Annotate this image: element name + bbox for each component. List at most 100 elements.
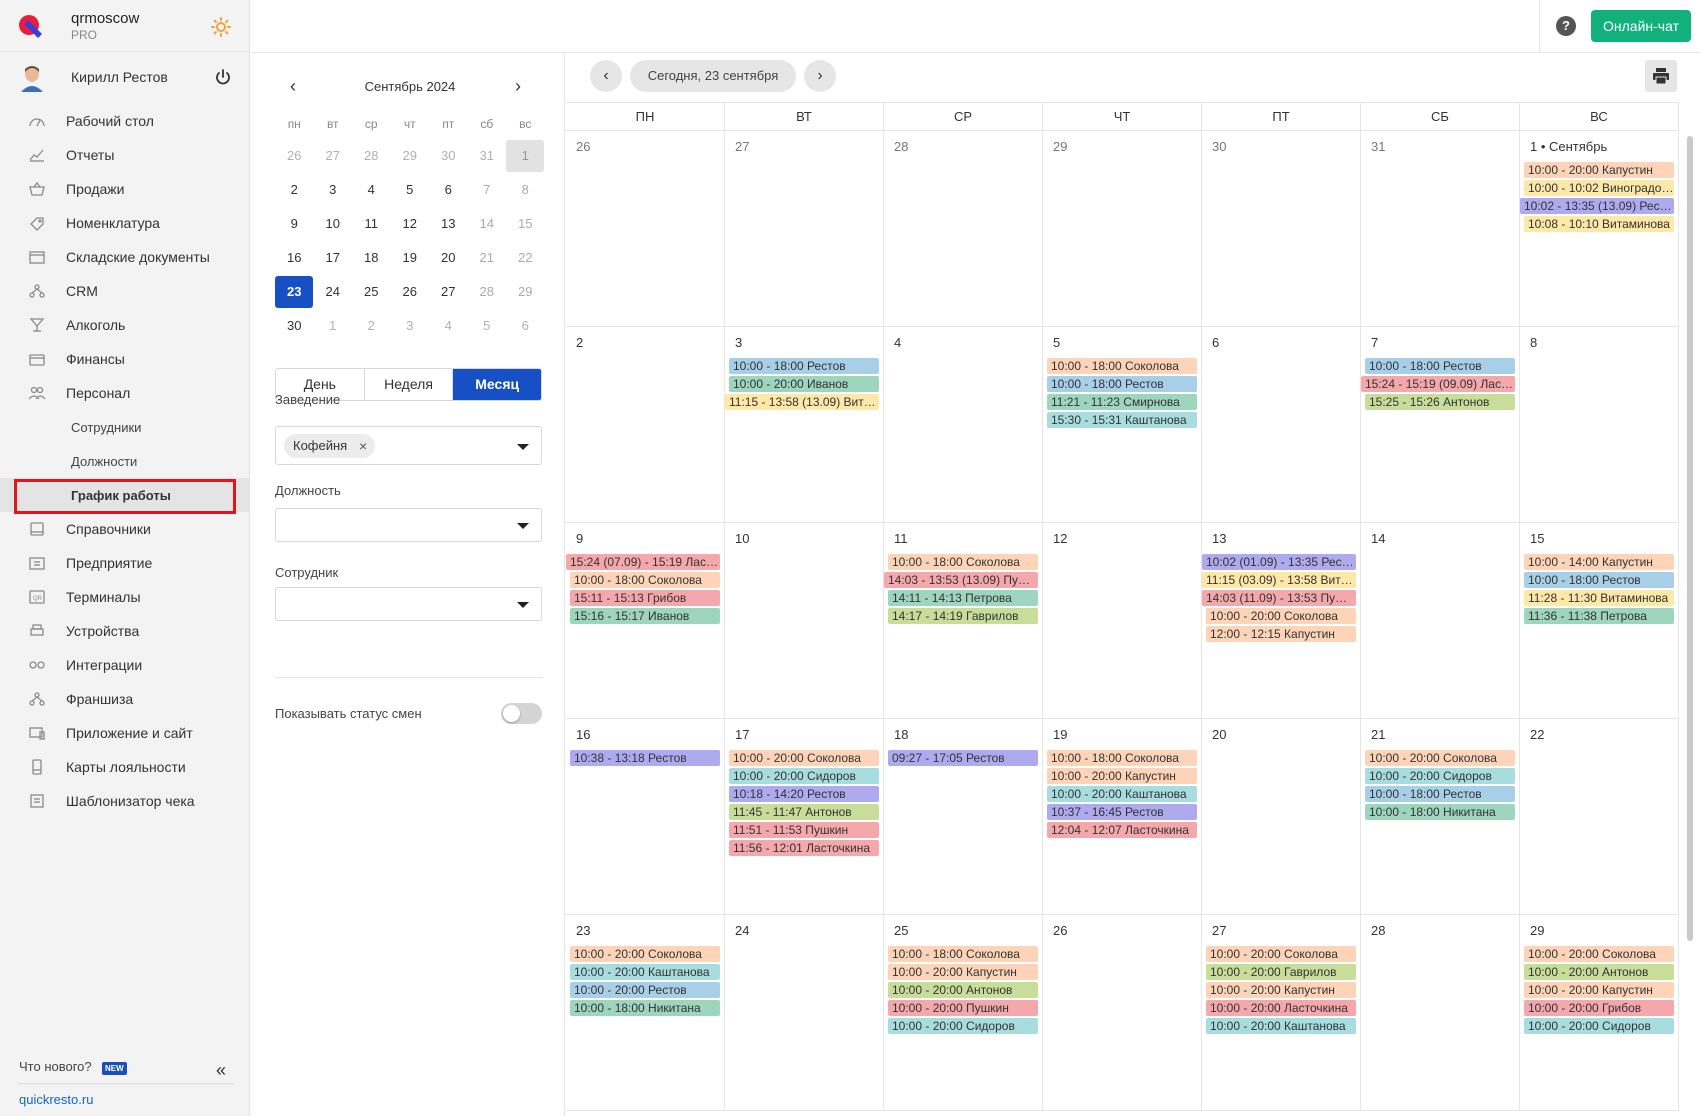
- mini-calendar-day[interactable]: 5: [391, 173, 430, 207]
- sidebar-item-staff[interactable]: Персонал: [0, 376, 250, 410]
- sidebar-item-finance[interactable]: Финансы: [0, 342, 250, 376]
- shift-event[interactable]: 10:00 - 20:00 Капустин: [888, 964, 1038, 980]
- mini-calendar-day[interactable]: 14: [468, 207, 507, 241]
- shift-event[interactable]: 10:37 - 16:45 Рестов: [1047, 804, 1197, 820]
- day-cell[interactable]: 29 10:00 - 20:00 Соколова 10:00 - 20:00 Ан…: [1520, 915, 1679, 1110]
- shift-event[interactable]: 10:00 - 20:00 Сидоров: [888, 1018, 1038, 1034]
- mini-calendar-day[interactable]: 28: [468, 275, 507, 309]
- shift-event[interactable]: 10:00 - 18:00 Соколова: [1047, 750, 1197, 766]
- sidebar-item-integrations[interactable]: Интеграции: [0, 648, 250, 682]
- sidebar-item-warehouse[interactable]: Складские документы: [0, 240, 250, 274]
- day-cell[interactable]: 30: [1202, 131, 1361, 326]
- user-row[interactable]: Кирилл Рестов: [0, 52, 250, 102]
- shift-event[interactable]: 15:25 - 15:26 Антонов: [1365, 394, 1515, 410]
- shift-event[interactable]: 11:15 - 13:58 (13.09) Витаминова: [725, 394, 879, 410]
- shift-event[interactable]: 10:00 - 18:00 Соколова: [888, 946, 1038, 962]
- day-cell[interactable]: 21 10:00 - 20:00 Соколова 10:00 - 20:00 Си…: [1361, 719, 1520, 914]
- mini-calendar-day[interactable]: 13: [429, 207, 468, 241]
- shift-event[interactable]: 10:00 - 18:00 Рестов: [1524, 572, 1674, 588]
- mini-calendar-day[interactable]: 2: [275, 173, 314, 207]
- calendar-prev-button[interactable]: ‹: [590, 60, 622, 92]
- mini-calendar-day[interactable]: 11: [352, 207, 391, 241]
- shift-event[interactable]: 10:00 - 18:00 Соколова: [570, 572, 720, 588]
- shift-event[interactable]: 12:04 - 12:07 Ласточкина: [1047, 822, 1197, 838]
- shift-event[interactable]: 11:56 - 12:01 Ласточкина: [729, 840, 879, 856]
- day-cell[interactable]: 9 15:24 (07.09) - 15:19 Ласточкина 10:00 -…: [566, 523, 725, 718]
- venue-select[interactable]: Кофейня ×: [275, 426, 542, 465]
- shift-event[interactable]: 10:00 - 20:00 Соколова: [570, 946, 720, 962]
- day-cell[interactable]: 7 10:00 - 18:00 Рестов 15:24 - 15:19 (09.0…: [1361, 327, 1520, 522]
- shift-event[interactable]: 10:00 - 20:00 Каштанова: [1047, 786, 1197, 802]
- mini-calendar-day[interactable]: 18: [352, 241, 391, 275]
- mini-calendar-day[interactable]: 28: [352, 139, 391, 173]
- mini-calendar-day[interactable]: 29: [506, 275, 545, 309]
- sidebar-item-alcohol[interactable]: Алкоголь: [0, 308, 250, 342]
- mini-calendar-day[interactable]: 1: [314, 309, 353, 343]
- shift-event[interactable]: 10:00 - 20:00 Капустин: [1047, 768, 1197, 784]
- shift-event[interactable]: 10:00 - 20:00 Антонов: [1524, 964, 1674, 980]
- day-cell[interactable]: 5 10:00 - 18:00 Соколова 10:00 - 18:00 Рес…: [1043, 327, 1202, 522]
- day-cell[interactable]: 14: [1361, 523, 1520, 718]
- sidebar-subitem-1[interactable]: Должности: [0, 444, 250, 478]
- scrollbar[interactable]: [1687, 136, 1693, 941]
- mini-calendar-prev-icon[interactable]: ‹: [290, 76, 296, 97]
- shift-event[interactable]: 10:02 - 13:35 (13.09) Рестов: [1520, 198, 1674, 214]
- shift-event[interactable]: 14:03 - 13:53 (13.09) Пушкин: [884, 572, 1038, 588]
- shift-event[interactable]: 14:17 - 14:19 Гаврилов: [888, 608, 1038, 624]
- shift-event[interactable]: 10:00 - 20:00 Грибов: [1524, 1000, 1674, 1016]
- day-cell[interactable]: 28: [884, 131, 1043, 326]
- mini-calendar-next-icon[interactable]: ›: [515, 76, 521, 97]
- close-icon[interactable]: ×: [359, 434, 367, 458]
- chevron-down-icon[interactable]: [517, 602, 529, 608]
- mini-calendar-day[interactable]: 23: [275, 275, 314, 309]
- whats-new-link[interactable]: Что нового?: [19, 1059, 92, 1074]
- shift-event[interactable]: 12:00 - 12:15 Капустин: [1206, 626, 1356, 642]
- sidebar-item-franchise[interactable]: Франшиза: [0, 682, 250, 716]
- site-link[interactable]: quickresto.ru: [19, 1092, 93, 1107]
- day-cell[interactable]: 26: [1043, 915, 1202, 1110]
- shift-event[interactable]: 11:51 - 11:53 Пушкин: [729, 822, 879, 838]
- position-select[interactable]: [275, 508, 542, 542]
- day-cell[interactable]: 27 10:00 - 20:00 Соколова 10:00 - 20:00 Га…: [1202, 915, 1361, 1110]
- shift-event[interactable]: 10:18 - 14:20 Рестов: [729, 786, 879, 802]
- mini-calendar-day[interactable]: 16: [275, 241, 314, 275]
- shift-event[interactable]: 10:00 - 20:00 Каштанова: [570, 964, 720, 980]
- shift-event[interactable]: 10:00 - 14:00 Капустин: [1524, 554, 1674, 570]
- sidebar-item-reference[interactable]: Справочники: [0, 512, 250, 546]
- sidebar-item-nomenclature[interactable]: Номенклатура: [0, 206, 250, 240]
- shift-event[interactable]: 10:00 - 20:00 Соколова: [1365, 750, 1515, 766]
- shift-event[interactable]: 09:27 - 17:05 Рестов: [888, 750, 1038, 766]
- mini-calendar-day[interactable]: 5: [468, 309, 507, 343]
- day-cell[interactable]: 12: [1043, 523, 1202, 718]
- shift-event[interactable]: 10:00 - 18:00 Никитана: [1365, 804, 1515, 820]
- mini-calendar-day[interactable]: 29: [391, 139, 430, 173]
- help-icon[interactable]: ?: [1556, 16, 1576, 36]
- tab-week[interactable]: Неделя: [365, 369, 454, 400]
- sidebar-item-enterprise[interactable]: Предприятие: [0, 546, 250, 580]
- day-cell[interactable]: 10: [725, 523, 884, 718]
- chevron-down-icon[interactable]: [517, 444, 529, 450]
- shift-event[interactable]: 10:00 - 20:00 Антонов: [888, 982, 1038, 998]
- shift-event[interactable]: 10:00 - 20:00 Капустин: [1206, 982, 1356, 998]
- mini-calendar-day[interactable]: 6: [429, 173, 468, 207]
- day-cell[interactable]: 28: [1361, 915, 1520, 1110]
- mini-calendar-day[interactable]: 30: [275, 309, 314, 343]
- shift-event[interactable]: 10:00 - 20:00 Капустин: [1524, 162, 1674, 178]
- mini-calendar-day[interactable]: 26: [275, 139, 314, 173]
- shift-event[interactable]: 10:00 - 20:00 Ласточкина: [1206, 1000, 1356, 1016]
- mini-calendar-day[interactable]: 15: [506, 207, 545, 241]
- mini-calendar-day[interactable]: 26: [391, 275, 430, 309]
- shift-event[interactable]: 15:24 - 15:19 (09.09) Ласточкина: [1361, 376, 1515, 392]
- day-cell[interactable]: 25 10:00 - 18:00 Соколова 10:00 - 20:00 Ка…: [884, 915, 1043, 1110]
- shift-event[interactable]: 10:00 - 18:00 Соколова: [888, 554, 1038, 570]
- sidebar-item-devices[interactable]: Устройства: [0, 614, 250, 648]
- day-cell[interactable]: 22: [1520, 719, 1679, 914]
- shift-event[interactable]: 10:08 - 10:10 Витаминова: [1524, 216, 1674, 232]
- mini-calendar-day[interactable]: 12: [391, 207, 430, 241]
- shift-event[interactable]: 10:00 - 18:00 Никитана: [570, 1000, 720, 1016]
- mini-calendar-day[interactable]: 1: [506, 139, 545, 173]
- shift-event[interactable]: 10:00 - 20:00 Соколова: [1524, 946, 1674, 962]
- shift-event[interactable]: 10:00 - 20:00 Сидоров: [1365, 768, 1515, 784]
- show-status-toggle[interactable]: [501, 703, 542, 724]
- mini-calendar-day[interactable]: 4: [429, 309, 468, 343]
